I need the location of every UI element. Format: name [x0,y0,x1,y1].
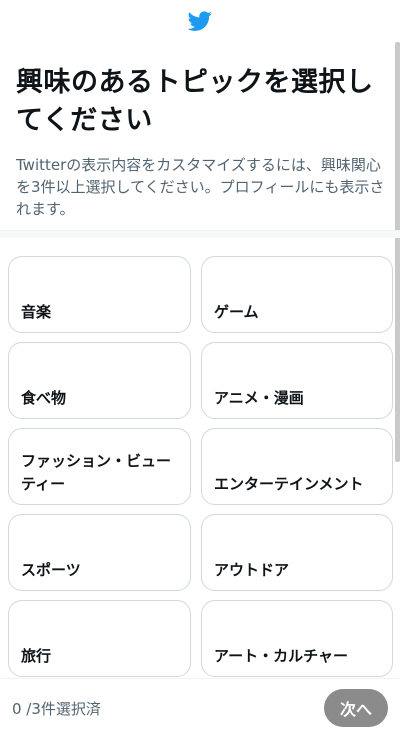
topic-card-food[interactable]: 食べ物 [8,342,191,419]
topic-card-travel[interactable]: 旅行 [8,600,191,677]
topic-label: 食べ物 [21,389,67,407]
topic-label: 音楽 [21,303,52,321]
topic-card-music[interactable]: 音楽 [8,256,191,333]
selection-count: 0 /3件選択済 [12,699,101,718]
topic-grid: 音楽 ゲーム 食べ物 アニメ・漫画 ファッション・ビューティー エンターテインメ… [8,256,393,677]
scrollbar[interactable] [395,42,400,462]
topic-card-outdoor[interactable]: アウトドア [201,514,393,591]
page-title: 興味のあるトピックを選択してください [16,67,374,136]
top-bar [0,0,400,42]
page-description: Twitterの表示内容をカスタマイズするには、興味関心を3件以上選択してくださ… [16,156,385,218]
topic-label: アニメ・漫画 [214,389,304,407]
topic-card-sports[interactable]: スポーツ [8,514,191,591]
topic-card-anime-manga[interactable]: アニメ・漫画 [201,342,393,419]
twitter-bird-icon [188,11,212,31]
divider [0,230,400,238]
topic-label: スポーツ [21,561,81,579]
topic-label: アート・カルチャー [214,647,348,665]
topic-label: ファッション・ビューティー [21,452,172,493]
topic-label: エンターテインメント [214,475,364,493]
next-button[interactable]: 次へ [324,689,388,727]
topic-label: 旅行 [21,647,52,665]
topic-card-games[interactable]: ゲーム [201,256,393,333]
topic-card-fashion-beauty[interactable]: ファッション・ビューティー [8,428,191,505]
topic-card-art-culture[interactable]: アート・カルチャー [201,600,393,677]
footer: 0 /3件選択済 次へ [0,678,400,737]
topic-card-entertainment[interactable]: エンターテインメント [201,428,393,505]
topic-label: アウトドア [214,561,290,579]
topic-label: ゲーム [214,303,259,321]
header: 興味のあるトピックを選択してください Twitterの表示内容をカスタマイズする… [0,42,400,220]
